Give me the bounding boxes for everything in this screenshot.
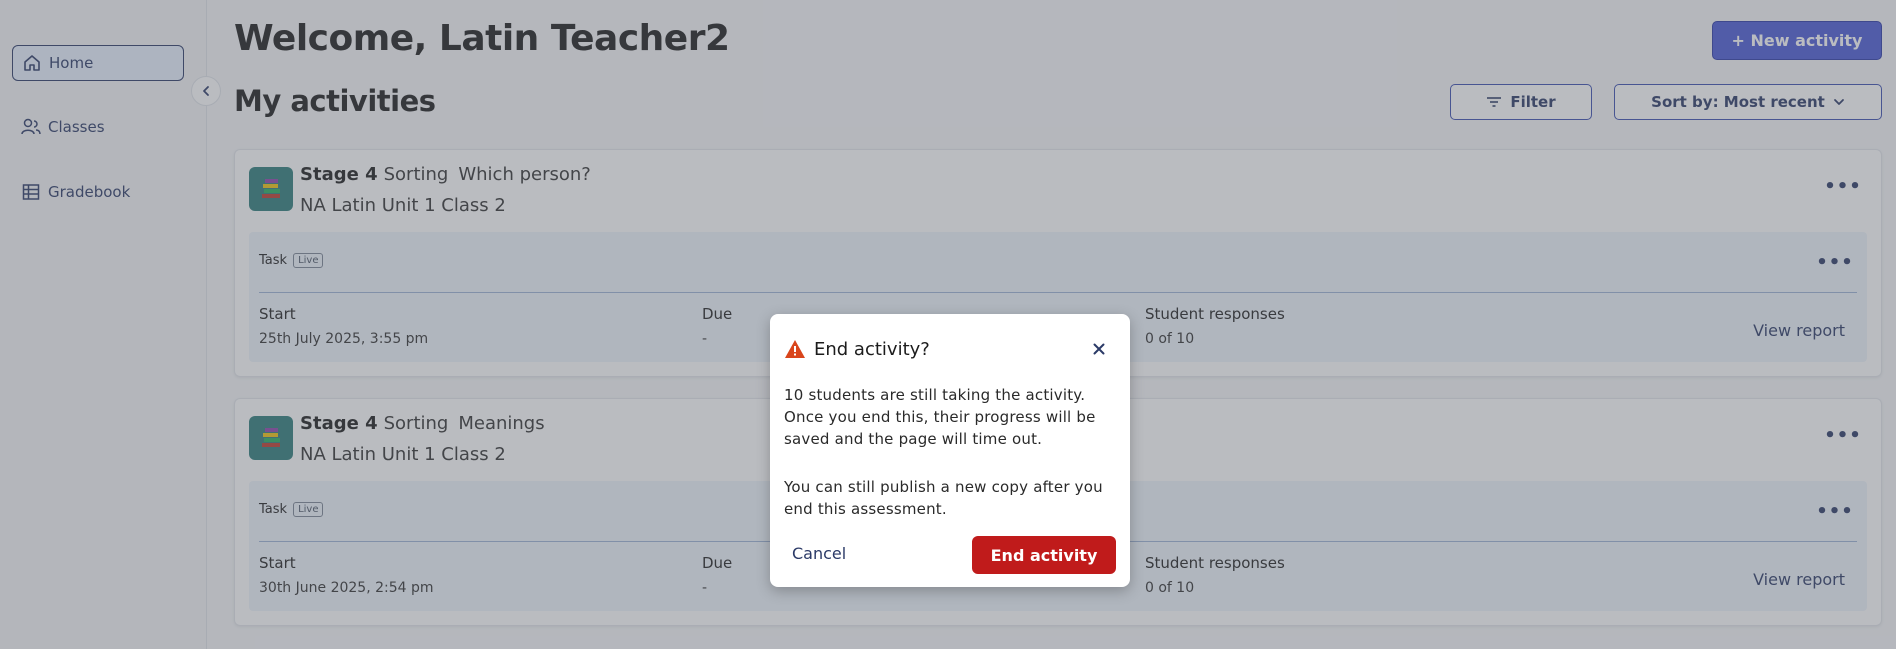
dialog-message: 10 students are still taking the activit… xyxy=(784,386,1096,448)
end-activity-button[interactable]: End activity xyxy=(972,536,1116,574)
dialog-title: End activity? xyxy=(814,338,930,360)
end-activity-dialog: End activity? 10 students are still taki… xyxy=(770,314,1130,587)
dialog-note: You can still publish a new copy after y… xyxy=(784,478,1103,518)
cancel-button[interactable]: Cancel xyxy=(792,544,846,563)
dialog-body: 10 students are still taking the activit… xyxy=(784,384,1116,520)
close-icon[interactable] xyxy=(1090,340,1108,358)
warning-icon xyxy=(784,338,806,360)
